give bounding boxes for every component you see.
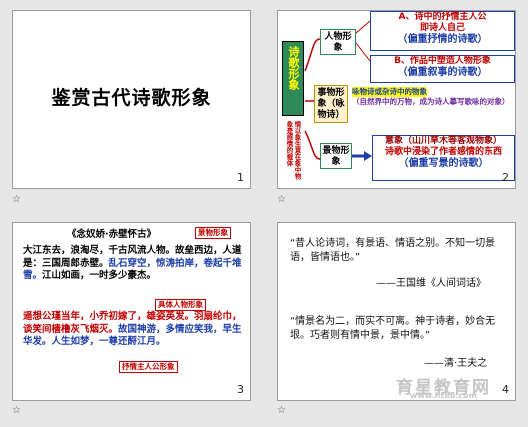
- person-a-note: （偏重抒情的诗歌）: [397, 34, 488, 45]
- person-b-line1: B、作品中塑造人物形象: [394, 56, 491, 66]
- thing-box: 咏物诗或杂诗中的物象 （自然界中的万物，成为诗人摹写歌咏的对象）: [352, 87, 515, 119]
- quote-2: “情景名为二，而实不可离。神于诗者，妙合无垠。巧者则有情中景，景中情。”: [290, 316, 496, 341]
- tag-person: 具体人物形象: [155, 299, 206, 311]
- transition-icon: ☆: [12, 405, 21, 416]
- slide-thumbnail-2[interactable]: 诗歌形象 情以象生意在象中物象是感情的载体 人物形象 事物形象（咏物诗） 景物形…: [277, 10, 516, 189]
- branch-person: 人物形象: [320, 29, 356, 55]
- person-a-line1: A、诗中的抒情主人公: [398, 12, 487, 22]
- central-node: 诗歌形象: [282, 41, 304, 116]
- slide-thumbnail-4[interactable]: “昔人论诗词，有景语、情语之别。不知一切景语，皆情语也。” ——王国维《人间词话…: [277, 222, 516, 401]
- transition-icon: ☆: [277, 194, 286, 205]
- author-2: ——清·王夫之: [424, 358, 488, 369]
- side-note: 情以象生意在象中物象是感情的载体: [285, 121, 301, 180]
- author-1: ——王国维《人间词话》: [376, 278, 486, 289]
- person-b-note: （偏重叙事的诗歌）: [397, 67, 488, 78]
- person-a-box: A、诗中的抒情主人公 即诗人自己 （偏重抒情的诗歌）: [370, 11, 515, 51]
- slide-thumbnail-3[interactable]: 《念奴娇·赤壁怀古》 景物形象 大江东去，浪淘尽，千古风流人物。故垒西边，人道是…: [12, 222, 251, 401]
- branch-scene: 景物形象: [320, 143, 352, 169]
- thing-line2: （自然界中的万物，成为诗人摹写歌咏的对象）: [352, 97, 510, 106]
- branch-thing: 事物形象（咏物诗）: [314, 85, 348, 123]
- watermark-url: www.ht88.com: [410, 391, 477, 400]
- person-a-line2: 即诗人自己: [419, 23, 465, 33]
- slide-thumbnail-1[interactable]: 鉴赏古代诗歌形象 1: [12, 10, 251, 189]
- scene-line1: 意象（山川草木等客观物象）: [384, 136, 502, 146]
- slide-number: 3: [237, 383, 244, 396]
- scene-line2: 诗歌中浸染了作者感情的东西: [384, 147, 502, 157]
- slide-number: 4: [502, 383, 509, 396]
- slide-sorter: 鉴赏古代诗歌形象 1 ☆ 诗歌形象 情以象生意在象中物象是感情的载体 人物形象 …: [0, 0, 528, 427]
- tag-lyric: 抒情主人公形象: [119, 361, 178, 373]
- slide-number: 1: [237, 171, 244, 184]
- stanza-1: 大江东去，浪淘尽，千古风流人物。故垒西边，人道是：三国周郎赤壁。乱石穿空，惊涛拍…: [23, 245, 243, 283]
- transition-icon: ☆: [12, 194, 21, 205]
- slide-title: 鉴赏古代诗歌形象: [51, 87, 212, 109]
- slide-number: 2: [502, 171, 509, 184]
- transition-icon: ☆: [277, 405, 286, 416]
- tag-scene: 景物形象: [195, 227, 231, 239]
- thing-line1: 咏物诗或杂诗中的物象: [352, 87, 427, 97]
- person-b-box: B、作品中塑造人物形象 （偏重叙事的诗歌）: [370, 55, 515, 83]
- stanza1-end: 江山如画，一时多少豪杰。: [42, 270, 157, 281]
- poem-title: 《念奴娇·赤壁怀古》: [67, 229, 157, 240]
- scene-note: （偏重写景的诗歌）: [398, 158, 489, 169]
- stanza-2: 遥想公瑾当年，小乔初嫁了，雄姿英发。羽扇纶巾，谈笑间樯橹灰飞烟灭。故国神游，多情…: [23, 311, 243, 349]
- scene-box: 意象（山川草木等客观物象） 诗歌中浸染了作者感情的东西 （偏重写景的诗歌）: [372, 135, 515, 181]
- quote-1: “昔人论诗词，有景语、情语之别。不知一切景语，皆情语也。”: [290, 238, 496, 263]
